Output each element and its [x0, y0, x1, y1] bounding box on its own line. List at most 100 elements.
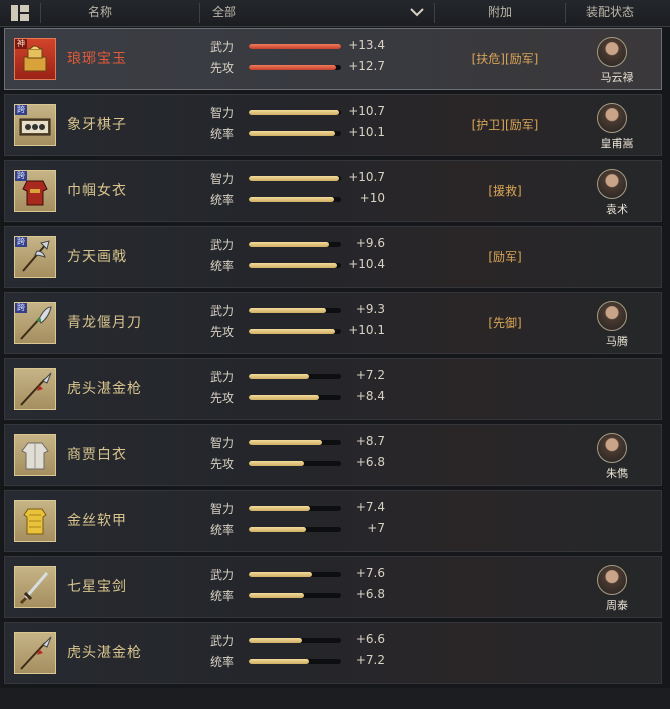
stat-label: 统率: [210, 589, 235, 603]
sword-icon: [14, 566, 56, 608]
stat-bar-fill: [249, 308, 327, 313]
item-name: 商贾白衣: [67, 447, 127, 463]
bonus-tags: [先御]: [488, 316, 522, 330]
stat-bar-fill: [249, 395, 319, 400]
stat-label: 智力: [210, 172, 235, 186]
equipment-row[interactable]: 虎头湛金枪 武力 +6.6 统率 +7.2: [4, 622, 662, 684]
item-name: 琅琊宝玉: [67, 51, 127, 67]
stat-label: 武力: [210, 304, 235, 318]
stat-label: 先攻: [210, 457, 235, 471]
stat-value: +12.7: [348, 59, 385, 73]
stat-value: +10.1: [348, 323, 385, 337]
general-avatar[interactable]: [597, 433, 627, 463]
rarity-tag: 跨: [15, 303, 27, 313]
general-avatar[interactable]: [597, 37, 627, 67]
list-footer: [0, 688, 670, 709]
halberd-icon: 跨: [14, 236, 56, 278]
stat-label: 武力: [210, 238, 235, 252]
equipped-general-name: 袁术: [606, 203, 628, 216]
stat-value: +8.4: [355, 389, 385, 403]
stat-value: +9.3: [355, 302, 385, 316]
stat-bar-fill: [249, 131, 335, 136]
stat-bar-fill: [249, 329, 335, 334]
equipment-row[interactable]: 七星宝剑 武力 +7.6 统率 +6.8 周泰: [4, 556, 662, 618]
stat-value: +10.4: [348, 257, 385, 271]
item-name: 虎头湛金枪: [67, 381, 142, 397]
spear-icon: [14, 368, 56, 410]
equipment-row[interactable]: 虎头湛金枪 武力 +7.2 先攻 +8.4: [4, 358, 662, 420]
column-bonus-header[interactable]: 附加: [488, 0, 512, 26]
equipment-row[interactable]: 跨方天画戟 武力 +9.6 统率 +10.4 [励军]: [4, 226, 662, 288]
stat-label: 统率: [210, 655, 235, 669]
general-avatar[interactable]: [597, 169, 627, 199]
bonus-tags: [援救]: [488, 184, 522, 198]
stat-value: +6.6: [355, 632, 385, 646]
glaive-icon: 跨: [14, 302, 56, 344]
equipment-row[interactable]: 金丝软甲 智力 +7.4 统率 +7: [4, 490, 662, 552]
chevron-down-icon[interactable]: [410, 7, 424, 17]
equipped-general-name: 皇甫嵩: [600, 137, 634, 150]
stat-label: 武力: [210, 634, 235, 648]
stat-bar-fill: [249, 197, 334, 202]
stat-bar-fill: [249, 572, 313, 577]
equipped-general-name: 马云禄: [600, 71, 634, 84]
stat-value: +7.6: [355, 566, 385, 580]
bonus-tags: [扶危][励军]: [471, 52, 539, 66]
item-name: 七星宝剑: [67, 579, 127, 595]
item-name: 方天画戟: [67, 249, 127, 265]
stat-bar-fill: [249, 65, 337, 70]
rarity-tag: 跨: [15, 105, 27, 115]
stat-value: +10.7: [348, 104, 385, 118]
stat-label: 武力: [210, 370, 235, 384]
jade-seal-icon: 神: [14, 38, 56, 80]
equipment-row[interactable]: 神琅琊宝玉 武力 +13.4 先攻 +12.7 [扶危][励军] 马云禄: [4, 28, 662, 90]
rarity-tag: 神: [15, 39, 27, 49]
robe-icon: [14, 434, 56, 476]
stat-value: +7.2: [355, 368, 385, 382]
equipment-row[interactable]: 跨青龙偃月刀 武力 +9.3 先攻 +10.1 [先御] 马腾: [4, 292, 662, 354]
list-header: 名称 全部 附加 装配状态: [0, 0, 670, 27]
stat-value: +6.8: [355, 587, 385, 601]
stat-label: 先攻: [210, 325, 235, 339]
bonus-tags: [励军]: [488, 250, 522, 264]
general-avatar[interactable]: [597, 103, 627, 133]
stat-value: +8.7: [355, 434, 385, 448]
item-name: 青龙偃月刀: [67, 315, 142, 331]
general-avatar[interactable]: [597, 301, 627, 331]
stat-label: 统率: [210, 259, 235, 273]
item-name: 虎头湛金枪: [67, 645, 142, 661]
item-name: 象牙棋子: [67, 117, 127, 133]
equipped-general-name: 周泰: [606, 599, 628, 612]
armor-red-icon: 跨: [14, 170, 56, 212]
stat-label: 智力: [210, 502, 235, 516]
rarity-tag: 跨: [15, 237, 27, 247]
equipment-row[interactable]: 跨巾帼女衣 智力 +10.7 统率 +10 [援救] 袁术: [4, 160, 662, 222]
column-status-header[interactable]: 装配状态: [586, 0, 634, 26]
item-name: 巾帼女衣: [67, 183, 127, 199]
stat-bar-fill: [249, 659, 309, 664]
filter-select[interactable]: 全部: [212, 0, 236, 26]
rarity-tag: 跨: [15, 171, 27, 181]
stat-value: +10.1: [348, 125, 385, 139]
column-name-header[interactable]: 名称: [88, 0, 112, 26]
stat-value: +13.4: [348, 38, 385, 52]
stat-label: 统率: [210, 127, 235, 141]
stat-value: +10.7: [348, 170, 385, 184]
stat-value: +7.2: [355, 653, 385, 667]
stat-value: +7.4: [355, 500, 385, 514]
stat-value: +7: [367, 521, 385, 535]
stat-bar-fill: [249, 374, 309, 379]
stat-bar-fill: [249, 440, 322, 445]
bonus-tags: [护卫][励军]: [471, 118, 539, 132]
stat-bar-fill: [249, 593, 305, 598]
stat-value: +9.6: [355, 236, 385, 250]
stat-bar-fill: [249, 638, 303, 643]
gold-armor-icon: [14, 500, 56, 542]
equipped-general-name: 朱儁: [606, 467, 628, 480]
general-avatar[interactable]: [597, 565, 627, 595]
stat-bar-fill: [249, 506, 310, 511]
equipment-row[interactable]: 商贾白衣 智力 +8.7 先攻 +6.8 朱儁: [4, 424, 662, 486]
stat-label: 武力: [210, 40, 235, 54]
equipment-row[interactable]: 跨象牙棋子 智力 +10.7 统率 +10.1 [护卫][励军] 皇甫嵩: [4, 94, 662, 156]
grid-icon[interactable]: [11, 5, 29, 21]
